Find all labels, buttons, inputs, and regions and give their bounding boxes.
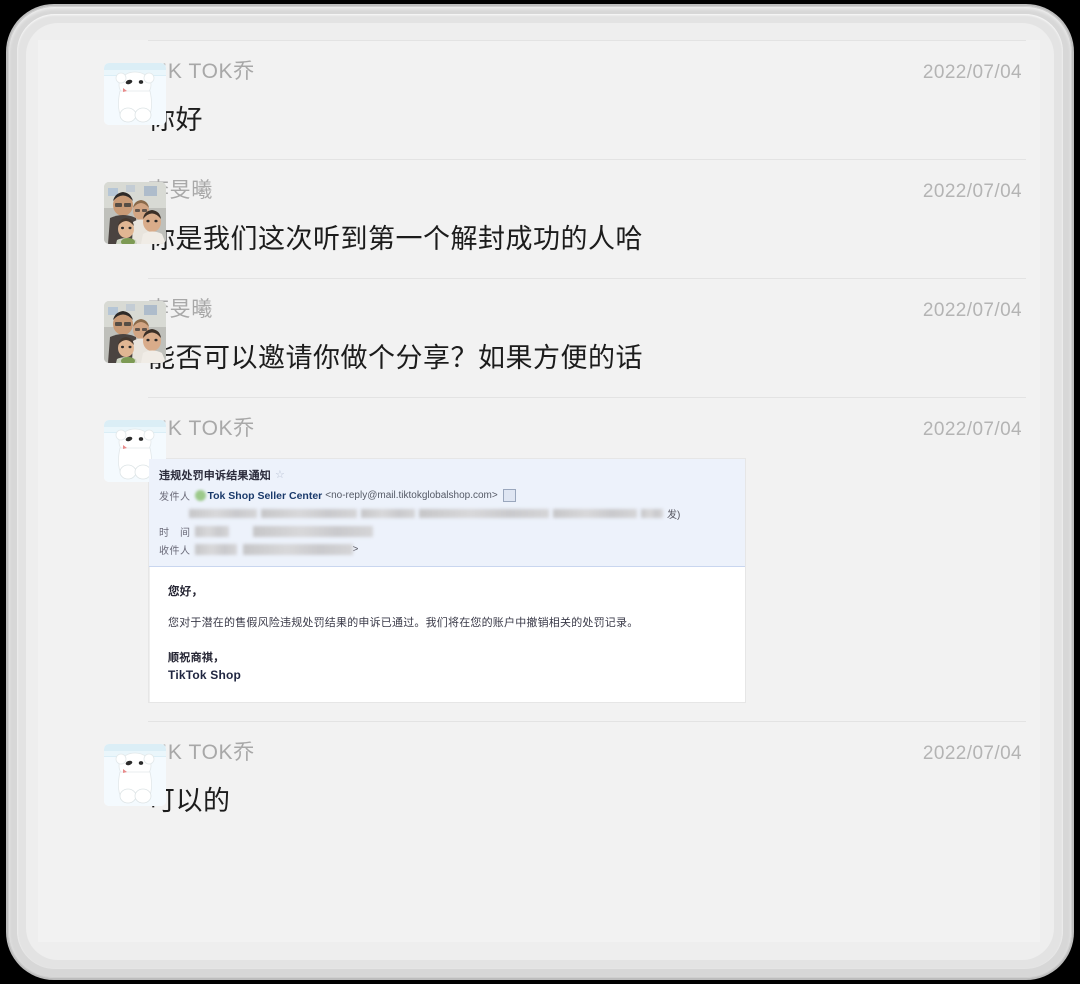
message-body: TIK TOK乔 2022/07/04 可以的 [38,722,1040,840]
redacted-block [242,544,353,555]
redacted-block [261,509,357,518]
email-paragraph: 您对于潜在的售假风险违规处罚结果的申诉已通过。我们将在您的账户中撤销相关的处罚记… [168,617,639,629]
message-text: 你是我们这次听到第一个解封成功的人哈 [148,224,643,254]
family-photo-avatar-icon [104,182,166,244]
message-header: TIK TOK乔 2022/07/04 [148,416,1026,442]
avatar[interactable] [104,63,166,125]
family-photo-avatar-icon [104,301,166,363]
message-header: TIK TOK乔 2022/07/04 [148,59,1026,85]
chat-message-list[interactable]: TIK TOK乔 2022/07/04 你好 李旻曦 2022/07/04 你是… [38,40,1040,942]
redacted-block [419,509,549,518]
recipient-suffix: > [352,544,359,555]
redacted-block [189,509,257,518]
email-time-row: 时 间 [159,524,735,539]
message-item[interactable]: TIK TOK乔 2022/07/04 违规处罚申诉结果通知 ☆ 发件人 Tok… [38,398,1040,721]
ice-bear-avatar-icon [104,63,166,125]
star-icon[interactable]: ☆ [275,469,285,481]
email-sender-detail-row: 发) [189,506,735,521]
redacted-block [194,526,229,537]
message-header: 李旻曦 2022/07/04 [148,178,1026,204]
message-timestamp: 2022/07/04 [922,62,1022,83]
sender-field-label: 发件人 [159,492,191,503]
ice-bear-avatar-icon [104,744,166,806]
avatar[interactable] [104,182,166,244]
email-brand: TikTok Shop [168,668,242,682]
email-subject: 违规处罚申诉结果通知 [159,470,271,482]
redacted-block [194,544,237,555]
message-timestamp: 2022/07/04 [922,300,1022,321]
message-timestamp: 2022/07/04 [922,419,1022,440]
message-text: 可以的 [148,786,231,816]
avatar[interactable] [104,744,166,806]
email-signoff: 顺祝商祺， [168,652,225,664]
email-subject-row: 违规处罚申诉结果通知 ☆ [159,467,735,483]
email-screenshot-attachment[interactable]: 违规处罚申诉结果通知 ☆ 发件人 Tok Shop Seller Center … [148,458,746,703]
email-greeting: 您好， [168,586,204,598]
redacted-block [641,509,663,518]
message-item[interactable]: 李旻曦 2022/07/04 能否可以邀请你做个分享？如果方便的话 [38,279,1040,397]
message-body: 李旻曦 2022/07/04 能否可以邀请你做个分享？如果方便的话 [38,279,1040,397]
email-header: 违规处罚申诉结果通知 ☆ 发件人 Tok Shop Seller Center … [149,459,745,567]
message-timestamp: 2022/07/04 [922,743,1022,764]
email-body: 您好， 您对于潜在的售假风险违规处罚结果的申诉已通过。我们将在您的账户中撤销相关… [149,567,745,702]
time-field-label: 时 间 [159,528,191,539]
email-sender-row: 发件人 Tok Shop Seller Center <no-reply@mai… [159,488,735,503]
avatar[interactable] [104,301,166,363]
chat-scroll-container[interactable]: TIK TOK乔 2022/07/04 你好 李旻曦 2022/07/04 你是… [38,40,1040,840]
message-header: 李旻曦 2022/07/04 [148,297,1026,323]
message-item[interactable]: 李旻曦 2022/07/04 你是我们这次听到第一个解封成功的人哈 [38,160,1040,278]
message-body: 李旻曦 2022/07/04 你是我们这次听到第一个解封成功的人哈 [38,160,1040,278]
email-recipient-row: 收件人 > [159,542,735,557]
email-sender-address: <no-reply@mail.tiktokglobalshop.com> [325,490,498,501]
redacted-block [252,526,373,537]
message-header: TIK TOK乔 2022/07/04 [148,740,1026,766]
email-sender-name: Tok Shop Seller Center [207,489,323,502]
message-item[interactable]: TIK TOK乔 2022/07/04 可以的 [38,722,1040,840]
message-body: TIK TOK乔 2022/07/04 你好 [38,41,1040,159]
message-item[interactable]: TIK TOK乔 2022/07/04 你好 [38,41,1040,159]
redacted-block [553,509,637,518]
contact-card-icon[interactable] [502,489,516,502]
recipient-field-label: 收件人 [159,546,191,557]
message-timestamp: 2022/07/04 [922,181,1022,202]
message-body: TIK TOK乔 2022/07/04 违规处罚申诉结果通知 ☆ 发件人 Tok… [38,398,1040,721]
email-sent-suffix: 发) [667,510,681,521]
sender-avatar-icon [194,490,206,501]
message-text: 你好 [148,105,203,135]
message-text: 能否可以邀请你做个分享？如果方便的话 [148,343,643,373]
redacted-block [361,509,415,518]
